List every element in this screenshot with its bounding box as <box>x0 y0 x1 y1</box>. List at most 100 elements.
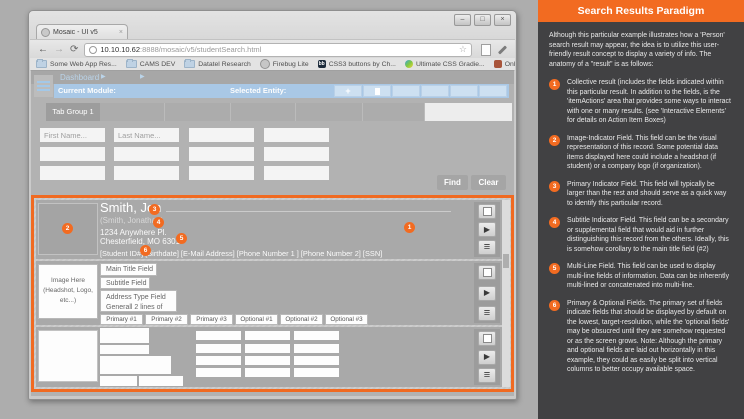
tab-blank[interactable] <box>165 103 231 121</box>
firebug-icon <box>260 59 270 69</box>
panel-item: 1 Collective result (includes the fields… <box>549 78 733 126</box>
scrollbar-thumb[interactable] <box>503 254 509 268</box>
module-action-button[interactable] <box>421 85 449 97</box>
clear-button[interactable]: Clear <box>471 175 506 190</box>
search-input[interactable] <box>264 166 329 180</box>
annotation-badge-1: 1 <box>404 222 415 233</box>
schema-image-line: etc...) <box>39 296 97 306</box>
search-input[interactable] <box>40 147 105 161</box>
bookmark-label: Some Web App Res... <box>50 61 117 68</box>
details-action-button[interactable]: ≡ <box>478 306 496 321</box>
url-path: :8888/mosaic/v5/studentSearch.html <box>140 45 261 54</box>
bookmark-label: Firebug Lite <box>273 61 309 68</box>
module-action-button[interactable] <box>392 85 420 97</box>
search-input[interactable] <box>264 147 329 161</box>
search-input[interactable] <box>114 147 179 161</box>
tab-blank[interactable] <box>363 103 425 121</box>
primary-field-chip: Primary #3 <box>190 314 233 325</box>
tab-blank[interactable] <box>296 103 363 121</box>
menu-hamburger-icon[interactable] <box>34 75 53 97</box>
find-button[interactable]: Find <box>437 175 468 190</box>
minimize-button[interactable]: – <box>454 14 471 26</box>
item-number-badge: 4 <box>549 217 560 228</box>
current-module-label: Current Module: <box>58 84 116 98</box>
bookmark-label: CSS3 buttons by Ch... <box>329 61 396 68</box>
result-card-person[interactable]: 2 Smith, Jon 3 (Smith, Jonathan) 4 1234 … <box>36 200 502 259</box>
tab-blank[interactable] <box>231 103 296 121</box>
schema-image-line: Image Here <box>39 276 97 286</box>
bookmark-item[interactable]: Datatel Research <box>184 60 251 68</box>
address-bar[interactable]: 10.10.10.62 :8888/mosaic/v5/studentSearc… <box>84 43 472 57</box>
wrench-menu-icon[interactable] <box>498 45 507 54</box>
primary-field-chip: Primary #1 <box>100 314 143 325</box>
bookmark-star-icon[interactable]: ☆ <box>459 44 467 55</box>
result-card-blank[interactable]: ▶ ≡ <box>36 327 502 387</box>
entity-button[interactable] <box>363 85 391 97</box>
search-input[interactable] <box>189 147 254 161</box>
last-name-input[interactable] <box>114 128 179 142</box>
result-card-schema[interactable]: Image Here (Headshot, Logo, etc...) Main… <box>36 261 502 325</box>
panel-title: Search Results Paradigm <box>538 0 744 22</box>
panel-item: 4 Subtitle Indicator Field. This field c… <box>549 216 733 254</box>
blank-image-placeholder <box>38 330 98 382</box>
browser-tab[interactable]: Mosaic - UI v5 × <box>36 24 128 40</box>
search-input[interactable] <box>40 166 105 180</box>
browser-toolbar: ← → ⟳ 10.10.10.62 :8888/mosaic/v5/studen… <box>30 39 515 59</box>
forward-icon[interactable]: → <box>54 40 64 59</box>
tab-group-1[interactable]: Tab Group 1 <box>46 103 100 121</box>
close-button[interactable]: × <box>494 14 511 26</box>
bookmark-item[interactable]: Ultimate CSS Gradie... <box>405 60 485 68</box>
module-action-button[interactable] <box>479 85 507 97</box>
item-actions: ▶ ≡ <box>474 202 500 257</box>
maximize-button[interactable]: □ <box>474 14 491 26</box>
checkbox-icon <box>483 334 492 343</box>
blank-address-field <box>100 356 171 374</box>
item-number-badge: 1 <box>549 79 560 90</box>
bookmark-item[interactable]: bb CSS3 buttons by Ch... <box>318 60 396 68</box>
details-action-button[interactable]: ≡ <box>478 240 496 255</box>
item-number-badge: 3 <box>549 181 560 192</box>
blank-grid-field <box>294 368 339 377</box>
tab-strip-spacer <box>425 103 512 121</box>
add-button[interactable]: + <box>334 85 362 97</box>
select-checkbox-button[interactable] <box>478 265 496 280</box>
page-menu-icon[interactable] <box>481 44 491 56</box>
select-checkbox-button[interactable] <box>478 204 496 219</box>
search-input[interactable] <box>114 166 179 180</box>
blank-grid-field <box>294 356 339 365</box>
blank-grid-field <box>196 344 241 353</box>
search-input[interactable] <box>189 166 254 180</box>
breadcrumb-dashboard[interactable]: Dashboard <box>60 71 99 84</box>
module-action-button[interactable] <box>450 85 478 97</box>
bookmark-item[interactable]: CAMS DEV <box>126 60 176 68</box>
bookmark-item[interactable]: Online JavaScript be... <box>494 60 515 68</box>
css3-buttons-icon: bb <box>318 60 326 68</box>
tab-blank[interactable] <box>100 103 165 121</box>
results-scrollbar[interactable] <box>502 200 510 387</box>
details-action-button[interactable]: ≡ <box>478 368 496 383</box>
address-field-line: Address Type Field <box>106 293 176 303</box>
bookmark-item[interactable]: Firebug Lite <box>260 59 309 69</box>
search-input[interactable] <box>264 128 329 142</box>
item-text: Subtitle Indicator Field. This field can… <box>567 216 733 254</box>
go-action-button[interactable]: ▶ <box>478 350 496 365</box>
folder-icon <box>36 60 47 68</box>
go-action-button[interactable]: ▶ <box>478 222 496 237</box>
page-content: Dashboard ▶ ▶ Current Module: Selected E… <box>31 70 514 396</box>
blank-grid-field <box>294 331 339 340</box>
blank-grid-field <box>294 344 339 353</box>
back-icon[interactable]: ← <box>38 40 48 59</box>
tab-close-icon[interactable]: × <box>119 29 123 36</box>
bookmark-item[interactable]: Some Web App Res... <box>36 60 117 68</box>
refresh-icon[interactable]: ⟳ <box>70 40 78 59</box>
first-name-input[interactable] <box>40 128 105 142</box>
url-host: 10.10.10.62 <box>100 45 140 54</box>
search-input[interactable] <box>189 128 254 142</box>
page-security-icon <box>89 46 97 54</box>
select-checkbox-button[interactable] <box>478 331 496 346</box>
optional-field-chip: Optional #2 <box>280 314 323 325</box>
item-text: Collective result (includes the fields i… <box>567 78 733 126</box>
go-action-button[interactable]: ▶ <box>478 286 496 301</box>
blank-primary-chip <box>100 376 137 386</box>
play-icon: ▶ <box>484 353 490 361</box>
